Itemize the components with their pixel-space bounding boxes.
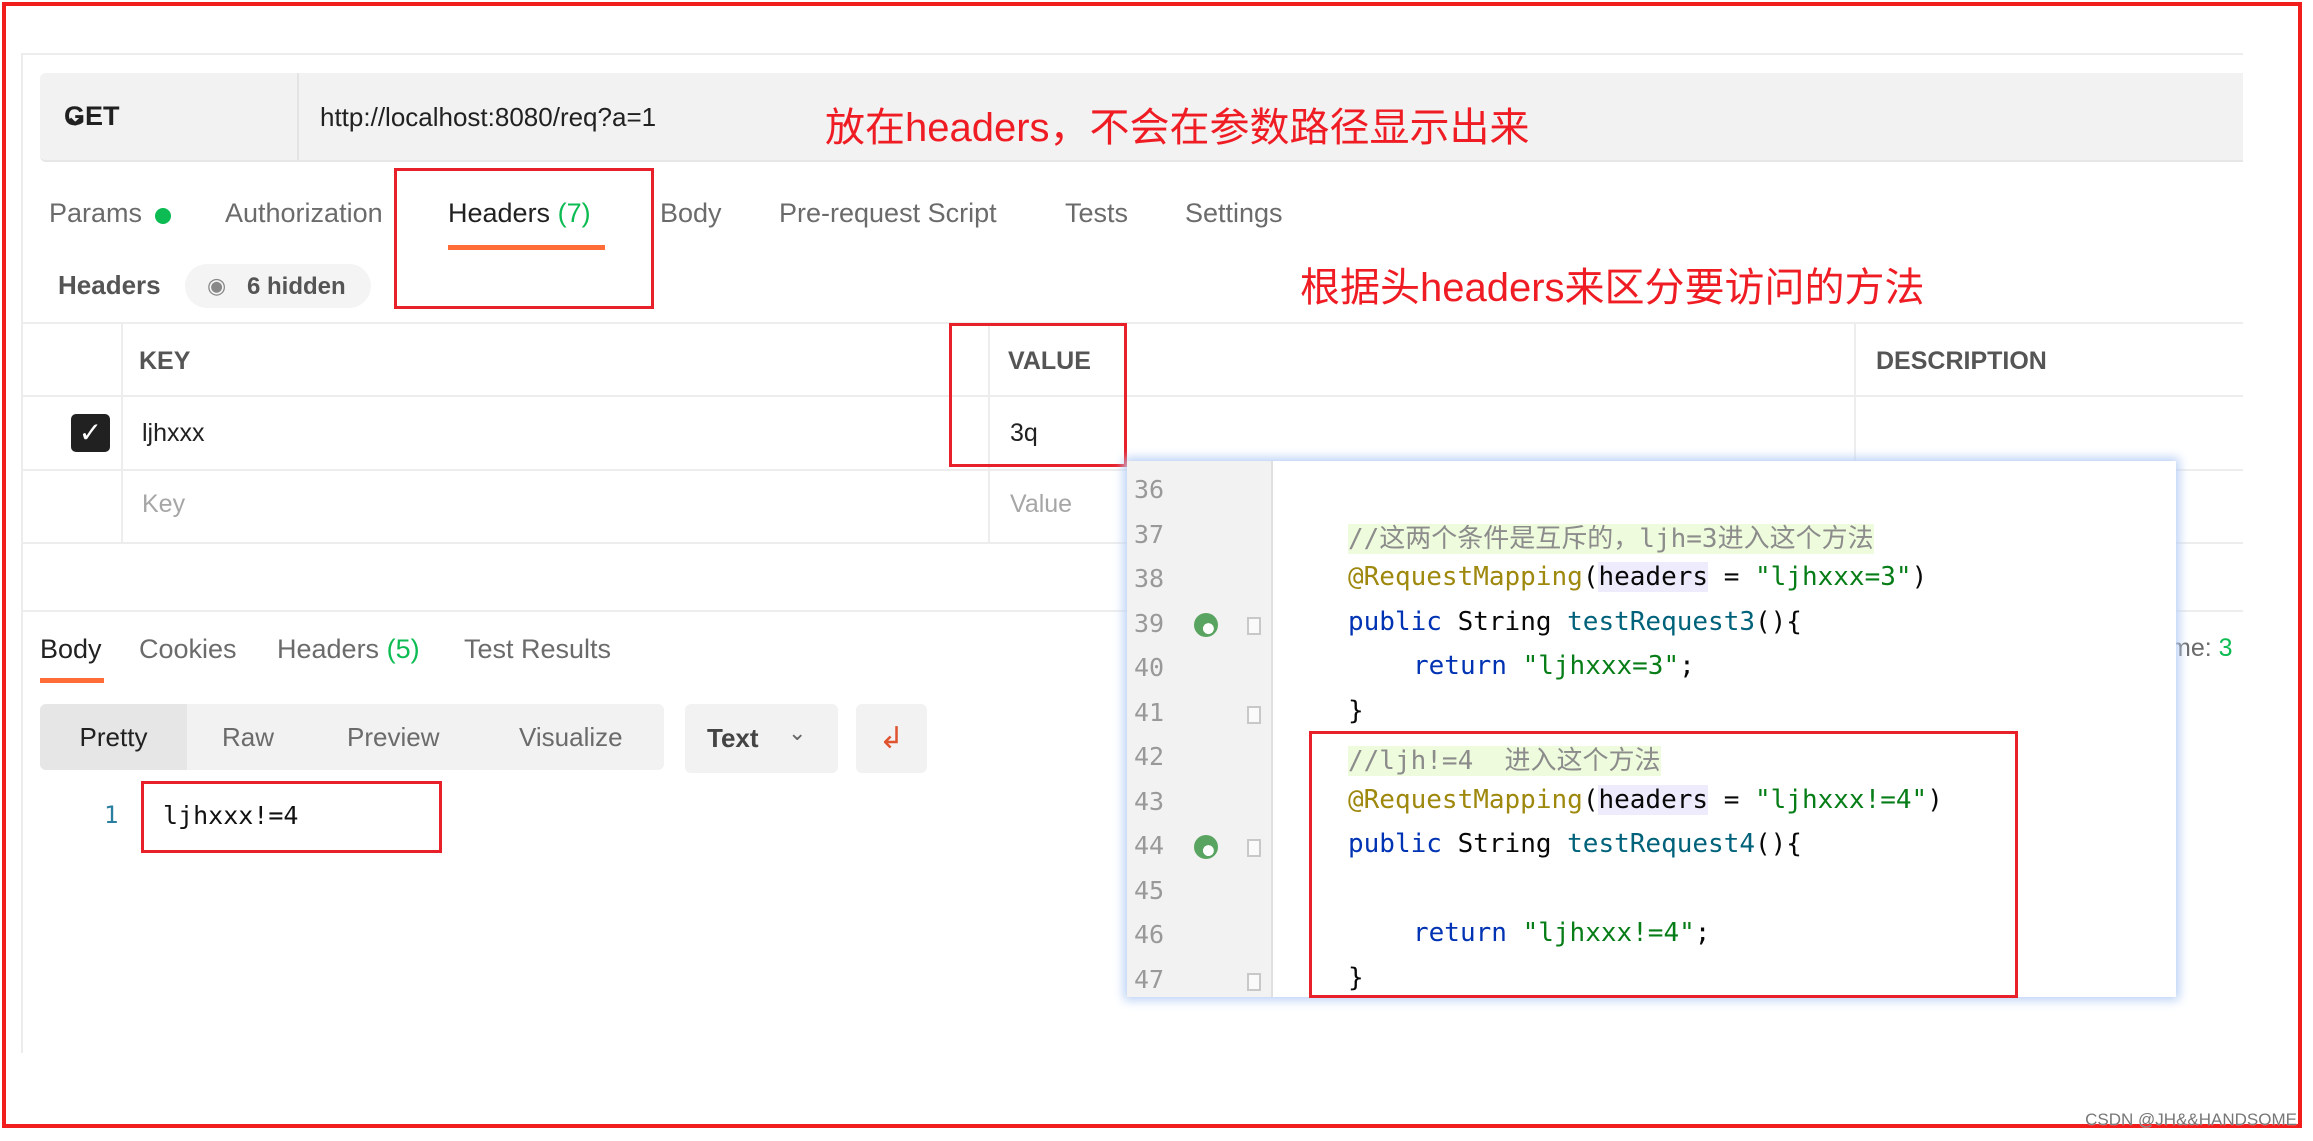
- code-token: return: [1413, 651, 1507, 681]
- table-top-border: [21, 322, 2243, 324]
- line-number: 40: [1134, 653, 1165, 682]
- line-number: 1: [104, 801, 119, 829]
- code-line: //这两个条件是互斥的，ljh=3进入这个方法: [1348, 518, 1874, 555]
- table-row-divider: [21, 395, 2243, 397]
- tab-tests[interactable]: Tests: [1065, 198, 1128, 229]
- annotation-url-note: 放在headers，不会在参数路径显示出来: [825, 106, 1530, 150]
- line-number: 37: [1134, 519, 1165, 549]
- fold-marker-icon[interactable]: [1247, 972, 1261, 991]
- line-number: 39: [1134, 608, 1165, 638]
- wrap-lines-button[interactable]: ↲: [856, 704, 927, 773]
- code-token: =: [1708, 562, 1756, 592]
- response-tab-test-results[interactable]: Test Results: [464, 634, 611, 665]
- tab-label: Headers: [277, 634, 380, 664]
- panel-left-border: [21, 53, 23, 1053]
- wrap-icon: ↲: [878, 722, 905, 755]
- eye-icon: ◉: [207, 273, 227, 298]
- hidden-headers-toggle[interactable]: ◉ 6 hidden: [185, 264, 371, 308]
- line-number: 47: [1134, 964, 1165, 994]
- code-token: (: [1582, 562, 1599, 592]
- top-divider: [21, 53, 2243, 55]
- view-mode-visualize[interactable]: Visualize: [519, 704, 623, 770]
- line-number: 44: [1134, 831, 1165, 860]
- check-icon: ✓: [78, 417, 103, 448]
- view-mode-segmented: Pretty Raw Preview Visualize: [40, 704, 664, 770]
- code-line: }: [1348, 696, 1364, 726]
- url-input[interactable]: http://localhost:8080/req?a=1: [320, 102, 656, 133]
- response-tab-cookies[interactable]: Cookies: [139, 634, 237, 665]
- fold-marker-icon[interactable]: [1247, 839, 1261, 857]
- code-line: public String testRequest3(){: [1348, 607, 1802, 637]
- tab-pre-request-script[interactable]: Pre-request Script: [779, 198, 997, 229]
- line-number: 46: [1134, 920, 1165, 949]
- view-mode-raw[interactable]: Raw: [222, 704, 274, 770]
- tab-settings[interactable]: Settings: [1185, 198, 1283, 229]
- column-header-description: DESCRIPTION: [1876, 347, 2047, 375]
- column-divider: [121, 322, 123, 543]
- response-tab-body[interactable]: Body: [40, 634, 102, 665]
- line-number: 41: [1134, 697, 1165, 727]
- tab-label: Params: [49, 198, 143, 228]
- tab-params[interactable]: Params: [49, 198, 142, 229]
- code-token: "ljhxxx=3": [1522, 651, 1680, 681]
- tab-authorization[interactable]: Authorization: [225, 198, 383, 229]
- response-time-value: 3: [2218, 634, 2233, 662]
- watermark: CSDN @JH&&HANDSOME: [2085, 1110, 2297, 1129]
- tab-count: (5): [386, 634, 420, 664]
- response-tab-headers[interactable]: Headers (5): [277, 634, 420, 665]
- line-number: 45: [1134, 875, 1165, 905]
- spring-endpoint-icon[interactable]: [1194, 835, 1218, 859]
- response-time-label: me:: [2170, 634, 2219, 662]
- view-mode-preview[interactable]: Preview: [347, 704, 439, 770]
- response-time: me: 3: [2170, 634, 2233, 663]
- annotation-box-headers-tab: [394, 168, 654, 309]
- code-token: testRequest3: [1567, 606, 1755, 637]
- code-token: public: [1348, 606, 1442, 637]
- format-select-value: Text: [707, 723, 759, 753]
- annotation-headers-note: 根据头headers来区分要访问的方法: [1300, 266, 1925, 310]
- code-token: String: [1441, 606, 1568, 637]
- line-number: 38: [1134, 564, 1165, 593]
- active-response-tab-underline: [40, 678, 104, 683]
- hidden-count: 6 hidden: [247, 273, 346, 300]
- code-token: ;: [1679, 651, 1695, 681]
- code-line: return "ljhxxx=3";: [1413, 651, 1695, 681]
- annotation-box-value: [949, 323, 1127, 467]
- code-token: }: [1348, 695, 1364, 726]
- header-key-cell[interactable]: ljhxxx: [142, 419, 205, 448]
- chevron-down-icon: ⌄: [64, 101, 87, 131]
- new-key-input[interactable]: Key: [142, 490, 185, 519]
- code-token: "ljhxxx=3": [1755, 562, 1912, 592]
- fold-marker-icon[interactable]: [1247, 616, 1261, 635]
- line-number: 36: [1134, 475, 1165, 504]
- code-token: ): [1911, 562, 1928, 592]
- annotation-box-code: [1309, 731, 2018, 998]
- new-value-input[interactable]: Value: [1010, 490, 1072, 519]
- code-token: headers: [1598, 562, 1709, 592]
- view-mode-pretty[interactable]: Pretty: [40, 704, 187, 770]
- chevron-down-icon: ⌄: [788, 720, 807, 745]
- header-enabled-checkbox[interactable]: ✓: [71, 414, 110, 452]
- annotation-box-response: [141, 781, 442, 853]
- tab-body[interactable]: Body: [660, 198, 722, 229]
- format-select[interactable]: Text ⌄: [685, 704, 838, 773]
- code-token: //这两个条件是互斥的，ljh=3进入这个方法: [1348, 523, 1874, 554]
- column-header-key: KEY: [139, 347, 191, 375]
- code-token: (){: [1755, 606, 1802, 637]
- headers-section-label: Headers: [58, 270, 161, 300]
- code-token: @RequestMapping: [1348, 562, 1583, 592]
- line-number: 42: [1134, 742, 1165, 771]
- method-select[interactable]: GET ⌄: [40, 73, 299, 160]
- fold-marker-icon[interactable]: [1247, 705, 1261, 724]
- spring-endpoint-icon[interactable]: [1194, 612, 1218, 637]
- code-line: @RequestMapping(headers = "ljhxxx=3"): [1348, 562, 1927, 592]
- line-number: 43: [1134, 786, 1165, 816]
- params-status-dot: [155, 208, 171, 224]
